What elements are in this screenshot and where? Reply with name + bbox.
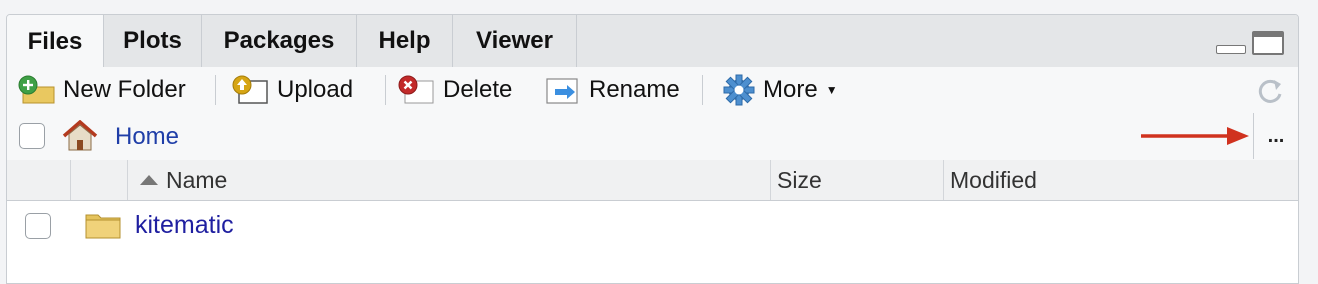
more-label: More <box>763 76 818 103</box>
more-button[interactable]: More ▼ <box>721 67 838 113</box>
annotation-arrow <box>1141 127 1249 145</box>
table-row[interactable]: kitematic <box>7 201 1298 249</box>
tab-help[interactable]: Help <box>357 15 453 67</box>
tab-label: Files <box>27 27 83 55</box>
toolbar-divider <box>702 75 703 105</box>
tab-label: Packages <box>223 27 335 54</box>
breadcrumb: Home ... <box>7 113 1298 161</box>
delete-button[interactable]: Delete <box>397 67 512 113</box>
rename-icon <box>546 78 578 104</box>
tab-plots[interactable]: Plots <box>104 15 202 67</box>
file-name-link[interactable]: kitematic <box>135 211 234 240</box>
column-header-name[interactable]: Name <box>128 160 771 200</box>
header-type-col <box>71 160 128 200</box>
column-header-size[interactable]: Size <box>771 160 944 200</box>
tab-packages[interactable]: Packages <box>202 15 357 67</box>
rename-button[interactable]: Rename <box>543 67 680 113</box>
tab-label: Plots <box>123 27 182 54</box>
go-to-directory-button[interactable]: ... <box>1253 113 1298 159</box>
files-pane: Files Plots Packages Help Viewer New Fol… <box>6 14 1299 284</box>
new-folder-icon <box>18 75 55 104</box>
tab-files[interactable]: Files <box>7 15 104 68</box>
new-folder-label: New Folder <box>63 76 186 103</box>
window-controls <box>1216 31 1286 55</box>
toolbar-divider <box>385 75 386 105</box>
folder-icon <box>85 214 121 239</box>
delete-icon <box>398 75 434 104</box>
tab-label: Help <box>378 27 431 54</box>
tab-label: Viewer <box>476 27 553 54</box>
chevron-down-icon: ▼ <box>825 83 838 97</box>
upload-icon <box>232 75 268 104</box>
column-label: Modified <box>950 166 1037 193</box>
upload-label: Upload <box>277 76 354 103</box>
tab-bar: Files Plots Packages Help Viewer <box>7 15 1298 68</box>
home-icon[interactable] <box>61 120 99 152</box>
home-link[interactable]: Home <box>115 123 179 151</box>
gear-icon <box>723 74 755 106</box>
delete-label: Delete <box>443 76 513 103</box>
sort-ascending-icon <box>140 175 158 185</box>
minimize-icon[interactable] <box>1216 45 1246 54</box>
row-checkbox[interactable] <box>25 213 51 239</box>
column-label: Size <box>777 166 822 193</box>
column-header-modified[interactable]: Modified <box>944 160 1298 200</box>
column-label: Name <box>166 166 228 193</box>
file-table-header: Name Size Modified <box>7 160 1298 201</box>
select-all-checkbox[interactable] <box>19 123 45 149</box>
upload-button[interactable]: Upload <box>231 67 353 113</box>
maximize-icon[interactable] <box>1252 31 1284 55</box>
rename-label: Rename <box>589 76 680 103</box>
new-folder-button[interactable]: New Folder <box>17 67 186 113</box>
refresh-icon[interactable] <box>1256 76 1286 106</box>
files-toolbar: New Folder Upload Delete Rename More ▼ <box>7 67 1298 114</box>
tab-viewer[interactable]: Viewer <box>453 15 577 67</box>
more-dots-label: ... <box>1267 124 1285 147</box>
toolbar-divider <box>215 75 216 105</box>
header-checkbox-col <box>7 160 71 200</box>
